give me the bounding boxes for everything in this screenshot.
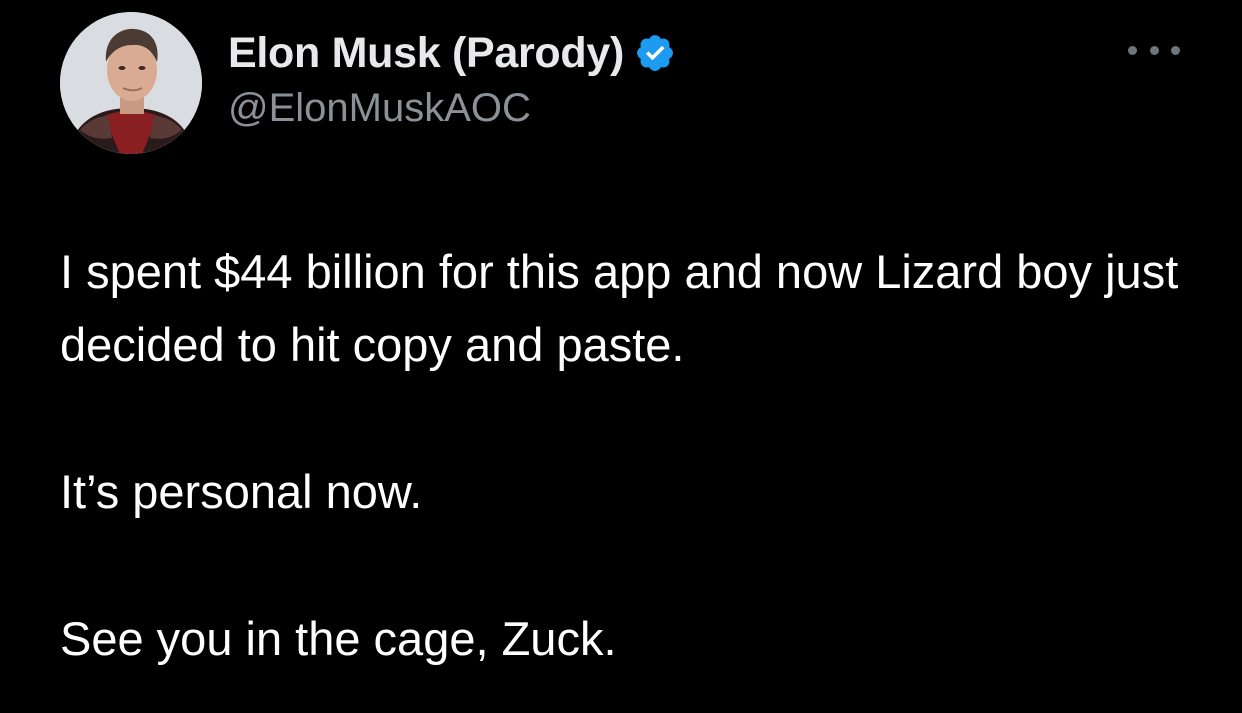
dot bbox=[1149, 45, 1159, 55]
name-row: Elon Musk (Parody) bbox=[228, 24, 676, 82]
dot bbox=[1128, 45, 1137, 55]
verified-badge-icon bbox=[634, 32, 676, 74]
tweet: Elon Musk (Parody) @ElonMuskAOC I spent … bbox=[0, 0, 1242, 713]
avatar[interactable] bbox=[60, 12, 202, 154]
display-name[interactable]: Elon Musk (Parody) bbox=[228, 29, 624, 78]
author-handle[interactable]: @ElonMuskAOC bbox=[228, 86, 676, 131]
tweet-paragraph: See you in the cage, Zuck. bbox=[60, 612, 617, 665]
more-options-icon[interactable] bbox=[1128, 38, 1180, 62]
tweet-paragraph: I spent $44 billion for this app and now… bbox=[60, 245, 1179, 371]
tweet-paragraph: It’s personal now. bbox=[60, 465, 423, 518]
tweet-text: I spent $44 billion for this app and now… bbox=[60, 235, 1210, 675]
author-header: Elon Musk (Parody) @ElonMuskAOC bbox=[228, 24, 676, 131]
dot bbox=[1171, 45, 1180, 55]
